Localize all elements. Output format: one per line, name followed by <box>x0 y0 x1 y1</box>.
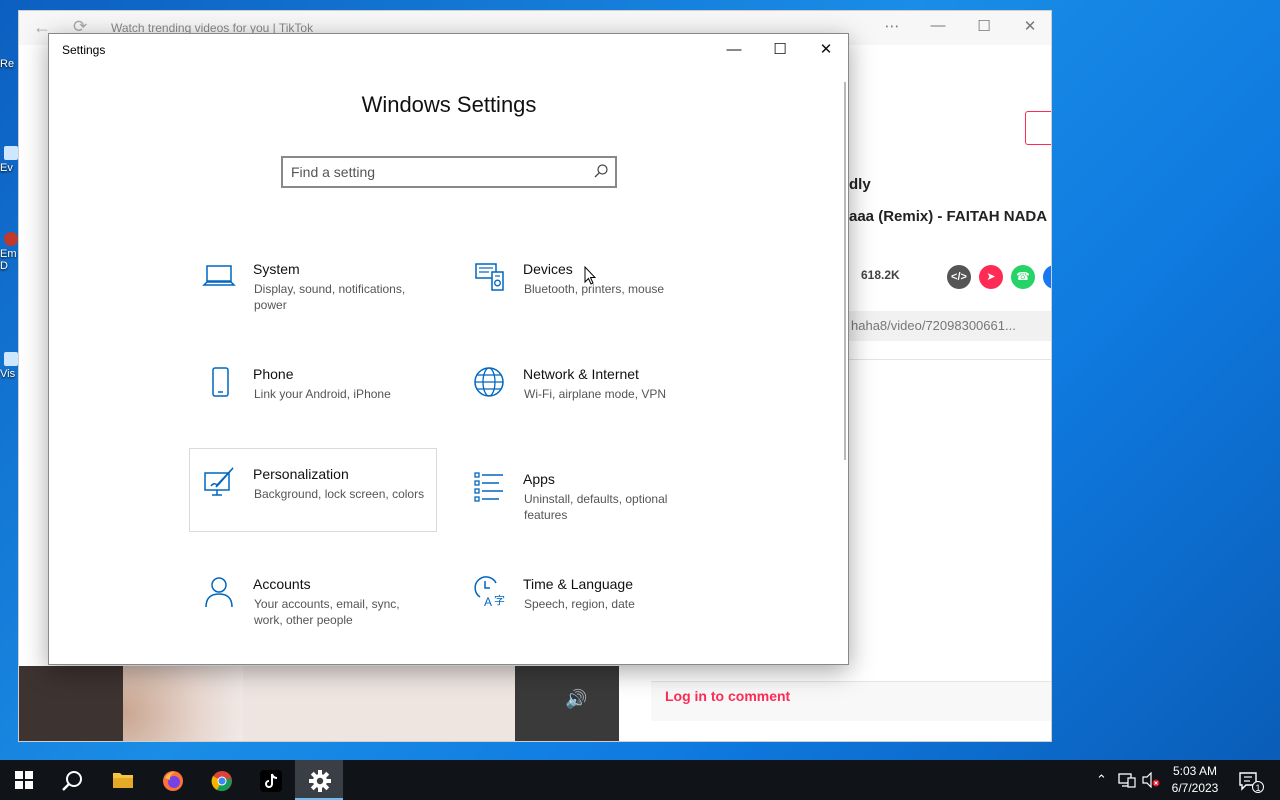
page-title: Windows Settings <box>361 92 537 117</box>
taskbar-firefox[interactable] <box>148 760 196 800</box>
chrome-icon <box>211 771 232 792</box>
settings-tile-accounts[interactable]: Accounts Your accounts, email, sync, wor… <box>190 569 438 653</box>
clock[interactable]: 5:03 AM 6/7/2023 <box>1162 763 1228 797</box>
tile-title: Personalization <box>253 466 349 482</box>
video-url[interactable]: haha8/video/72098300661... <box>849 311 1051 341</box>
tiktok-follow-button[interactable] <box>1025 111 1051 145</box>
settings-tile-phone[interactable]: Phone Link your Android, iPhone <box>190 359 438 443</box>
globe-icon <box>474 367 504 397</box>
tile-description: Link your Android, iPhone <box>254 387 391 401</box>
comment-bar: Log in to comment <box>651 681 1051 721</box>
tile-description: Speech, region, date <box>524 597 635 611</box>
minimize-icon[interactable]: — <box>923 17 953 34</box>
firefox-icon <box>163 771 183 791</box>
search-icon[interactable] <box>593 163 609 179</box>
tile-description: Uninstall, defaults, optional features <box>524 492 668 522</box>
taskbar-file-explorer[interactable] <box>98 760 146 800</box>
desktop-icon[interactable]: Em D <box>0 232 18 272</box>
search-input[interactable] <box>291 163 581 181</box>
settings-tile-system[interactable]: System Display, sound, notifications, po… <box>190 254 438 338</box>
taskbar-chrome[interactable] <box>197 760 245 800</box>
tile-title: Phone <box>253 366 294 382</box>
divider <box>849 359 1051 360</box>
search-icon <box>62 771 82 791</box>
settings-titlebar[interactable]: Settings — ☐ ✕ <box>49 34 848 66</box>
share-count: 618.2K <box>861 268 900 282</box>
app-icon <box>4 232 18 246</box>
scrollbar[interactable] <box>844 82 846 460</box>
login-to-comment-link[interactable]: Log in to comment <box>665 688 790 704</box>
tile-title: Accounts <box>253 576 311 592</box>
whatsapp-icon[interactable]: ☎ <box>1011 265 1035 289</box>
start-button[interactable] <box>0 760 48 800</box>
tiktok-icon <box>260 770 282 792</box>
tile-description: Your accounts, email, sync, work, other … <box>254 597 400 627</box>
notification-badge: 1 <box>1252 781 1264 793</box>
personalization-icon <box>204 467 234 496</box>
time-language-icon: A 字 <box>474 576 505 609</box>
person-icon <box>205 577 233 608</box>
tile-description: Display, sound, notifications, power <box>254 282 406 312</box>
tile-title: Apps <box>523 471 555 487</box>
tile-description: Wi-Fi, airplane mode, VPN <box>524 387 667 401</box>
minimize-button[interactable]: — <box>711 34 757 66</box>
svg-text:A: A <box>484 595 492 609</box>
desktop-icon[interactable]: Vis <box>0 352 18 380</box>
taskbar-settings[interactable] <box>295 760 343 800</box>
tile-title: System <box>253 261 300 277</box>
close-icon[interactable]: ✕ <box>1015 17 1045 35</box>
close-button[interactable]: ✕ <box>803 34 848 66</box>
app-icon <box>4 352 18 366</box>
maximize-icon[interactable]: ☐ <box>969 17 999 35</box>
chevron-up-icon[interactable]: ⌃ <box>1096 772 1107 788</box>
volume-icon[interactable]: 🔊 <box>565 689 587 710</box>
taskbar-tiktok[interactable] <box>246 760 294 800</box>
svg-text:字: 字 <box>494 593 505 607</box>
devices-icon <box>475 263 504 291</box>
folder-icon <box>113 773 133 788</box>
video-author: dly <box>849 176 871 193</box>
settings-tile-time-language[interactable]: A 字 Time & Language Speech, region, date <box>460 569 708 653</box>
network-icon[interactable] <box>1118 772 1136 788</box>
more-icon[interactable]: ⋯ <box>877 17 907 35</box>
tile-description: Bluetooth, printers, mouse <box>524 282 665 296</box>
window-title: Settings <box>62 43 106 57</box>
settings-tile-network[interactable]: Network & Internet Wi-Fi, airplane mode,… <box>460 359 708 443</box>
settings-window[interactable]: Settings — ☐ ✕ Windows Settings System D… <box>48 33 849 665</box>
facebook-icon[interactable] <box>1043 265 1051 289</box>
settings-tile-apps[interactable]: Apps Uninstall, defaults, optional featu… <box>460 464 708 548</box>
send-icon[interactable]: ➤ <box>979 265 1003 289</box>
clock-date: 6/7/2023 <box>1171 781 1219 795</box>
mouse-cursor-icon <box>584 266 596 285</box>
maximize-button[interactable]: ☐ <box>757 34 803 66</box>
gear-icon <box>309 770 331 792</box>
video-frame <box>123 666 243 741</box>
laptop-icon <box>202 265 236 286</box>
desktop-icon[interactable]: Ev <box>0 146 18 174</box>
tile-title: Time & Language <box>523 576 633 592</box>
volume-muted-icon[interactable] <box>1142 772 1160 788</box>
video-music: aaa (Remix) - FAITAH NADA <box>849 208 1048 225</box>
tile-title: Devices <box>523 261 573 277</box>
settings-tile-personalization[interactable]: Personalization Background, lock screen,… <box>189 448 437 532</box>
clock-time: 5:03 AM <box>1172 764 1218 778</box>
taskbar: ⌃ 5:03 AM 6/7/2023 1 <box>0 760 1280 800</box>
tile-title: Network & Internet <box>523 366 639 382</box>
apps-icon <box>474 472 503 502</box>
search-box[interactable] <box>281 156 617 188</box>
phone-icon <box>212 367 229 397</box>
search-button[interactable] <box>48 760 96 800</box>
embed-icon[interactable]: </> <box>947 265 971 289</box>
video-left-panel <box>19 666 123 741</box>
app-icon <box>4 146 18 160</box>
tile-description: Background, lock screen, colors <box>254 487 425 501</box>
desktop-icon[interactable]: Re <box>0 58 18 70</box>
video-player[interactable] <box>123 666 515 741</box>
windows-logo-icon <box>15 771 33 789</box>
